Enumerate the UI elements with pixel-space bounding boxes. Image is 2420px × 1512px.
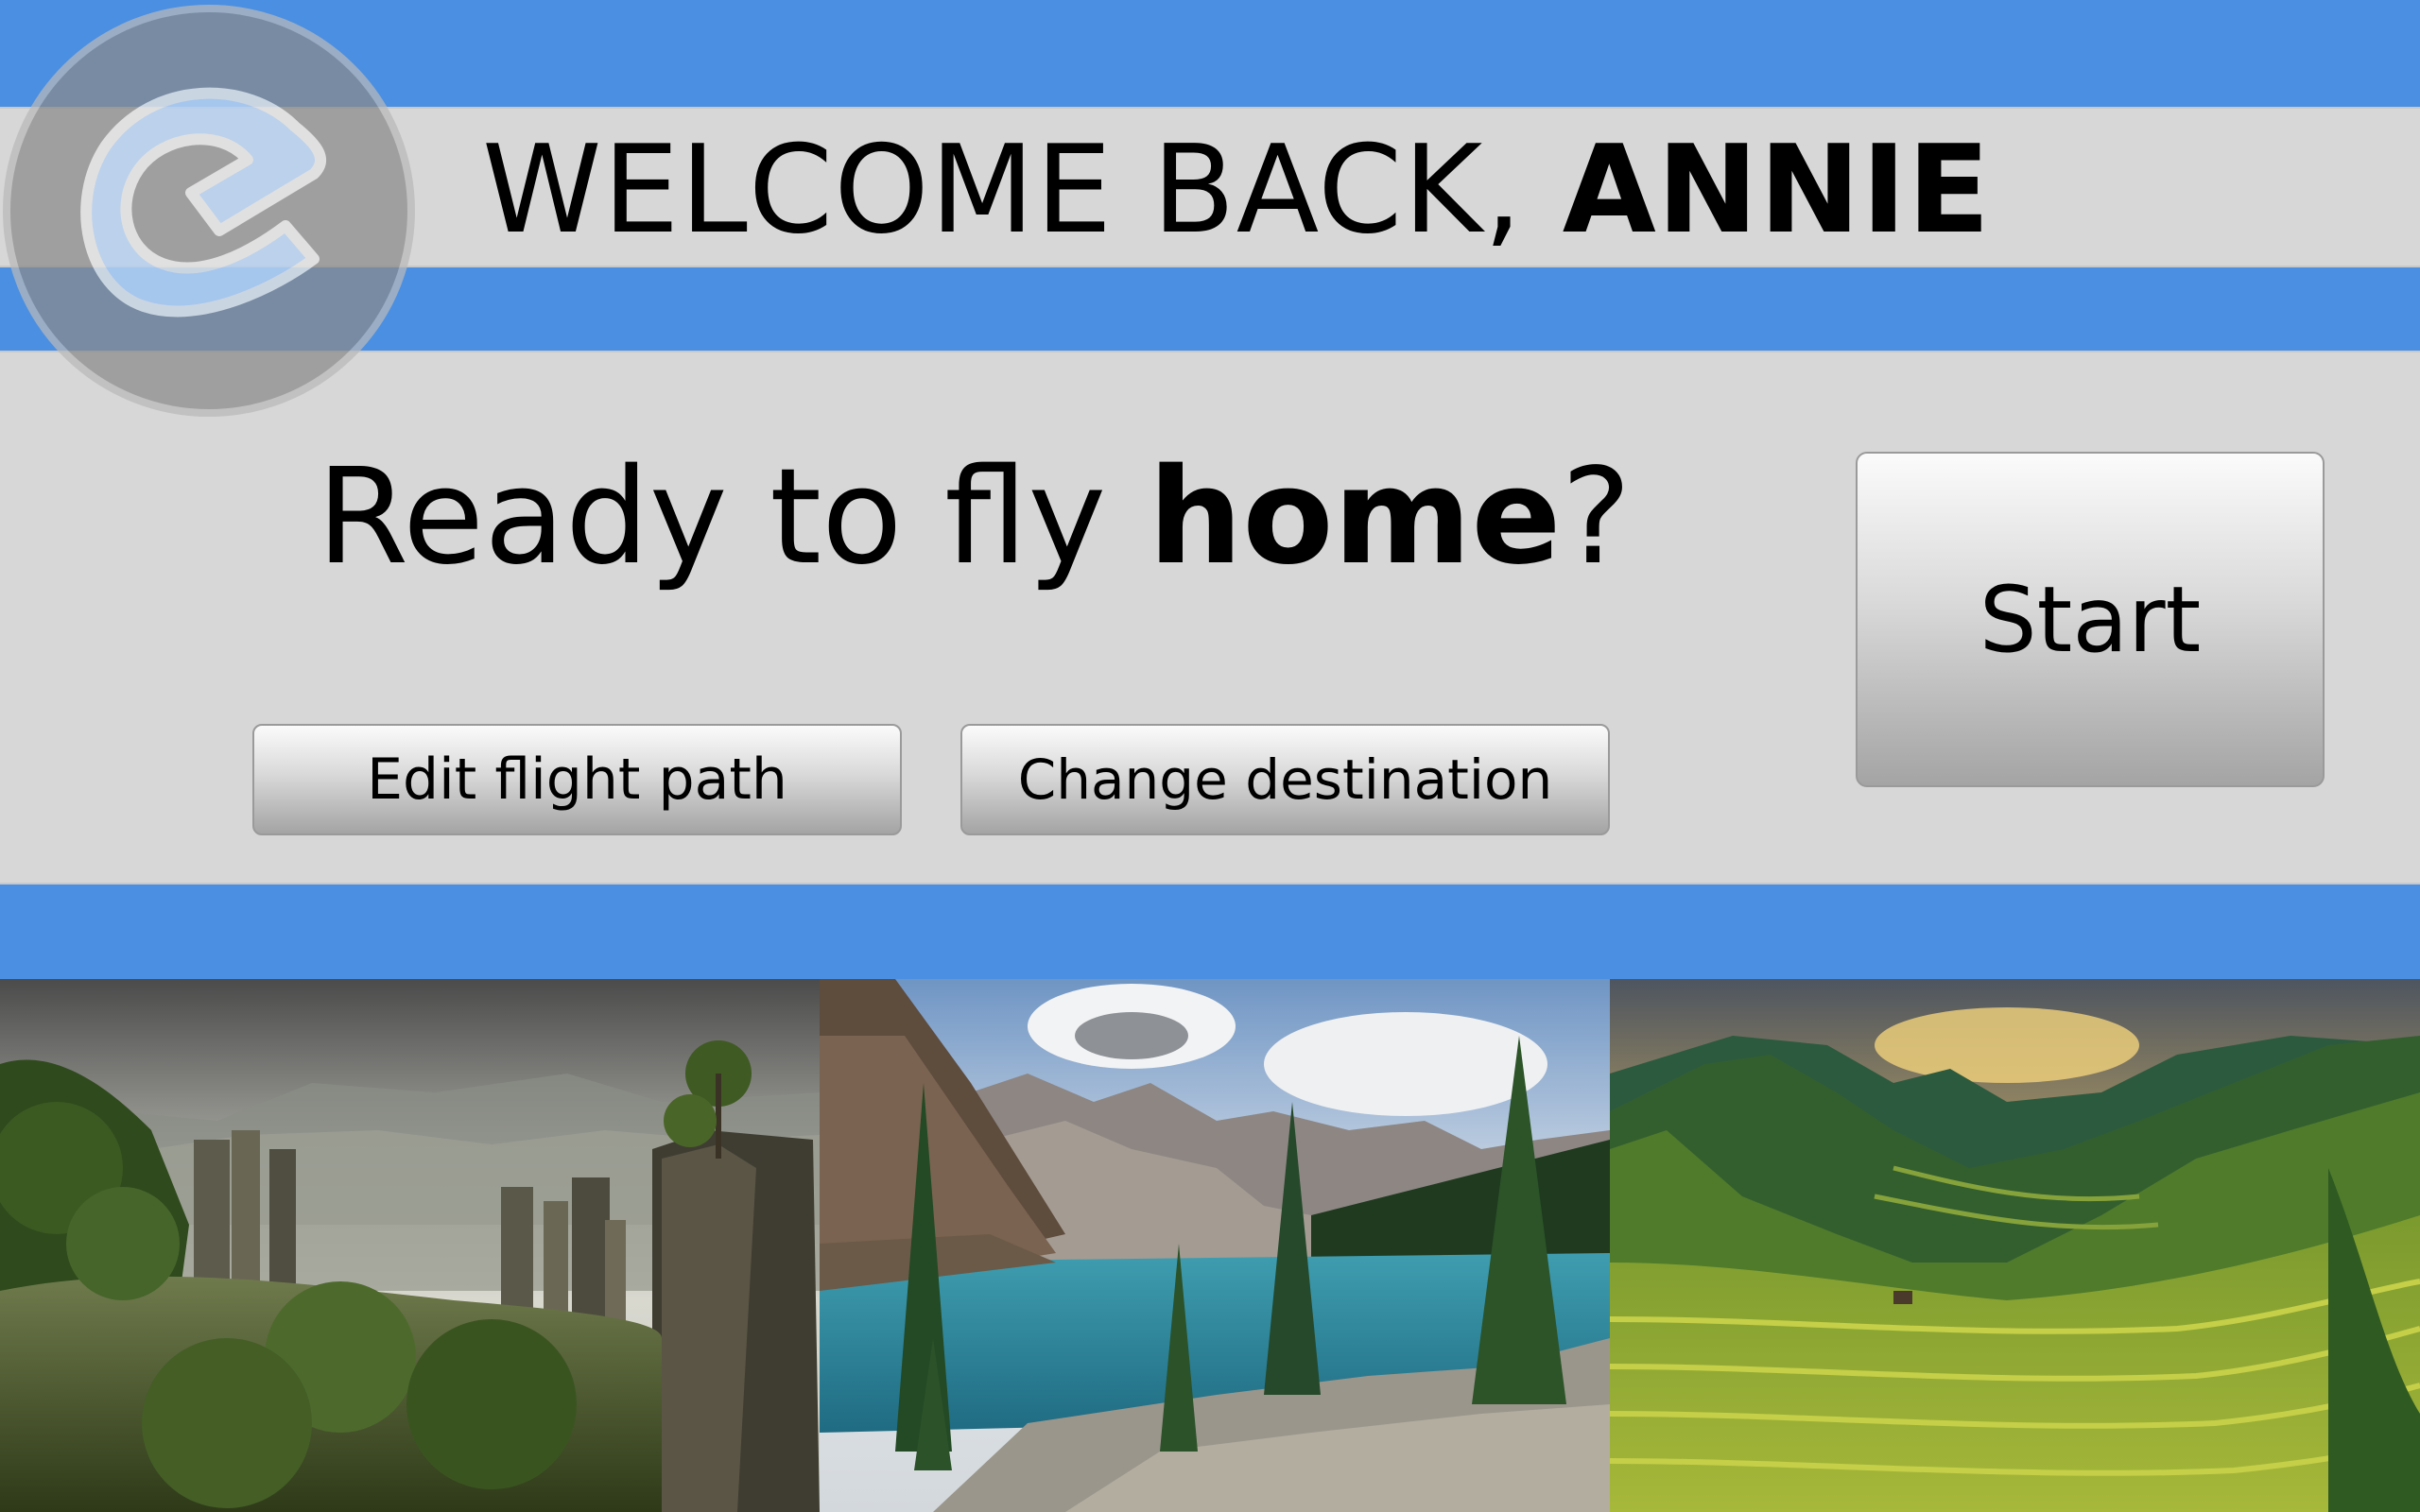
ready-prompt-punctuation: ?	[1561, 440, 1632, 594]
rice-terraces-image	[1610, 979, 2420, 1512]
home-screen: WELCOME BACK, ANNIE Ready to fly home? E…	[0, 0, 2420, 1512]
start-button[interactable]: Start	[1856, 452, 2325, 787]
photo-gallery	[0, 979, 2420, 1512]
welcome-greeting: WELCOME BACK,	[482, 120, 1523, 261]
ready-prompt-lead: Ready to fly	[317, 440, 1107, 594]
ready-prompt: Ready to fly home?	[317, 447, 1632, 589]
welcome-title: WELCOME BACK, ANNIE	[482, 129, 1991, 252]
gallery-photo-terraces	[1610, 979, 2420, 1512]
mountain-lake-image	[820, 979, 1610, 1512]
welcome-user-name: ANNIE	[1562, 120, 1992, 261]
app-logo-icon	[3, 5, 415, 417]
gallery-photo-karst	[0, 979, 820, 1512]
flight-panel: Ready to fly home? Edit flight path Chan…	[0, 351, 2420, 885]
start-label: Start	[1979, 566, 2202, 673]
karst-landscape-image	[0, 979, 820, 1512]
lower-blue-band	[0, 885, 2420, 979]
change-destination-button[interactable]: Change destination	[960, 724, 1610, 835]
edit-flight-path-button[interactable]: Edit flight path	[252, 724, 902, 835]
ready-prompt-destination: home	[1148, 440, 1562, 594]
edit-flight-path-label: Edit flight path	[367, 747, 787, 813]
app-logo	[2, 4, 416, 418]
gallery-photo-lake	[820, 979, 1610, 1512]
change-destination-label: Change destination	[1017, 747, 1553, 812]
